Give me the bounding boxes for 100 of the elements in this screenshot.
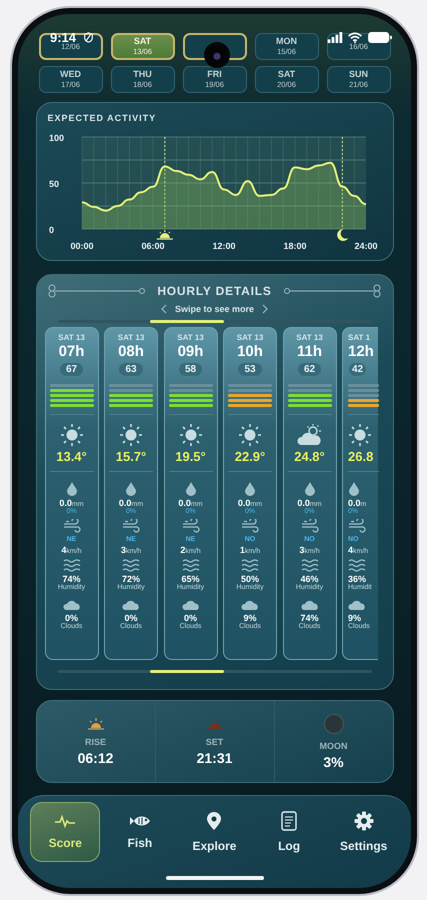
sunset-icon xyxy=(206,718,224,730)
sun-label: MOON xyxy=(320,740,348,750)
clouds-value: 0% xyxy=(124,613,138,623)
cloud-icon xyxy=(348,599,366,611)
sun-icon xyxy=(238,423,262,447)
sun-label: SET xyxy=(206,736,224,746)
humidity-value: 50% xyxy=(240,574,259,584)
cloud-icon xyxy=(241,599,259,611)
wind-icon xyxy=(182,519,200,533)
wifi-icon xyxy=(347,32,363,43)
sun-icon xyxy=(60,423,84,447)
score-pill: 67 xyxy=(58,362,84,377)
x-tick-label: 12:00 xyxy=(212,241,236,251)
wind-icon xyxy=(348,519,366,533)
wind-icon xyxy=(300,519,318,533)
humidity-value: 36% xyxy=(348,574,366,584)
y-tick-label: 50 xyxy=(48,179,59,189)
wind-icon xyxy=(62,519,80,533)
nav-tab[interactable]: Score xyxy=(30,802,100,862)
sunrise-icon xyxy=(156,230,172,240)
card-hour: 07h xyxy=(58,343,84,360)
card-hour: 10h xyxy=(237,343,263,360)
score-pill: 53 xyxy=(237,362,263,377)
shield-icon xyxy=(83,32,94,43)
section-title: HOURLY DETAILS xyxy=(157,284,272,298)
sunrise-icon xyxy=(86,718,104,730)
clouds-value: 0% xyxy=(184,613,197,623)
battery-icon xyxy=(367,32,393,43)
settings-icon xyxy=(354,811,374,831)
x-tick-label: 06:00 xyxy=(140,241,164,251)
humidity-value: 72% xyxy=(122,574,140,584)
temperature: 24.8° xyxy=(294,449,325,464)
temperature: 22.9° xyxy=(234,449,266,464)
waves-icon xyxy=(300,559,318,572)
wind-icon xyxy=(241,519,259,533)
card-hour: 11h xyxy=(296,343,322,360)
x-tick-label: 18:00 xyxy=(282,241,306,251)
chevron-right-icon[interactable] xyxy=(262,304,268,314)
temperature: 19.5° xyxy=(175,449,206,464)
nav-tab[interactable]: Fish xyxy=(104,802,175,862)
clouds-value: 9% xyxy=(348,613,362,623)
card-hour: 09h xyxy=(178,343,204,360)
waves-icon xyxy=(122,559,140,572)
ornament-icon xyxy=(47,283,148,299)
nav-tab[interactable]: Explore xyxy=(179,802,250,862)
chart-title: EXPECTED ACTIVITY xyxy=(48,113,158,123)
y-tick-label: 100 xyxy=(48,133,64,143)
clouds-value: 9% xyxy=(243,613,256,623)
waves-icon xyxy=(241,559,259,572)
raindrop-icon xyxy=(304,482,316,496)
humidity-value: 74% xyxy=(62,574,80,584)
sun-icon xyxy=(178,423,202,447)
score-pill: 63 xyxy=(118,362,144,377)
humidity-value: 46% xyxy=(300,574,318,584)
document-icon xyxy=(281,811,298,831)
score-pill: 42 xyxy=(348,362,368,377)
nav-tab[interactable]: Settings xyxy=(328,802,399,862)
sun-icon xyxy=(348,423,372,447)
x-tick-label: 00:00 xyxy=(70,241,94,251)
sun-icon xyxy=(119,423,143,447)
wind-icon xyxy=(122,519,140,533)
card-day: SAT 13 xyxy=(118,333,144,342)
cloud-icon xyxy=(122,599,140,611)
cloud-icon xyxy=(62,599,80,611)
score-pill: 58 xyxy=(178,362,204,377)
sun-value: 21:31 xyxy=(196,750,232,766)
map-pin-icon xyxy=(206,811,222,831)
clouds-value: 0% xyxy=(64,613,78,623)
raindrop-icon xyxy=(348,482,360,496)
y-tick-label: 0 xyxy=(48,225,54,235)
sun-value: 3% xyxy=(323,754,344,770)
cloud-icon xyxy=(300,599,318,611)
x-tick-label: 24:00 xyxy=(354,241,378,251)
humidity-value: 65% xyxy=(181,574,200,584)
raindrop-icon xyxy=(244,482,256,496)
temperature: 13.4° xyxy=(56,449,87,464)
cloud-icon xyxy=(182,599,200,611)
waves-icon xyxy=(348,559,366,572)
pulse-icon xyxy=(54,814,76,828)
nav-tab[interactable]: Log xyxy=(254,802,324,862)
moon-icon xyxy=(336,229,348,241)
clouds-value: 74% xyxy=(300,613,318,623)
card-day: SAT 13 xyxy=(177,333,204,342)
raindrop-icon xyxy=(66,482,78,496)
ornament-icon xyxy=(282,283,382,299)
card-day: SAT 13 xyxy=(296,333,323,342)
signal-icon xyxy=(327,32,343,43)
partly-cloudy-icon xyxy=(296,423,322,447)
swipe-hint: Swipe to see more xyxy=(174,304,254,314)
fish-icon xyxy=(128,814,151,828)
temperature: 15.7° xyxy=(116,449,146,464)
waves-icon xyxy=(62,559,80,572)
card-day: SAT 13 xyxy=(58,333,85,342)
card-hour: 12h xyxy=(348,343,374,360)
waves-icon xyxy=(182,559,200,572)
temperature: 26.8 xyxy=(348,449,374,464)
card-day: SAT 1 xyxy=(348,333,370,342)
raindrop-icon xyxy=(125,482,137,496)
chevron-left-icon[interactable] xyxy=(160,304,167,314)
card-hour: 08h xyxy=(118,343,144,360)
